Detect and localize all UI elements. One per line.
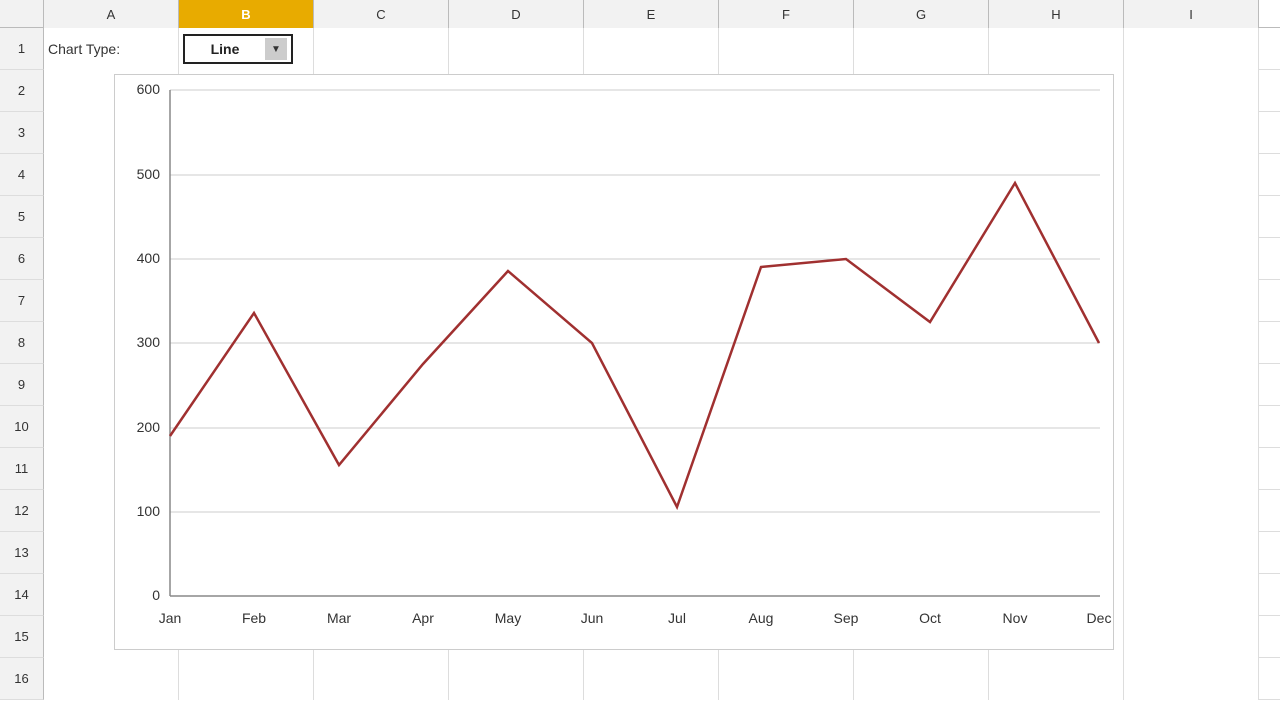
y-label-600: 600 [137,81,161,97]
row-header-15[interactable]: 15 [0,616,44,658]
col-header-b[interactable]: B [179,0,314,28]
cell-b16[interactable] [179,658,314,700]
y-label-200: 200 [137,419,161,435]
cell-a16[interactable] [44,658,179,700]
col-header-a[interactable]: A [44,0,179,28]
line-chart: 0 100 200 300 400 500 600 Jan Feb Mar Ap… [115,75,1115,651]
row-header-13[interactable]: 13 [0,532,44,574]
dropdown-value: Line [189,41,261,57]
row-header-12[interactable]: 12 [0,490,44,532]
row-header-11[interactable]: 11 [0,448,44,490]
x-label-aug: Aug [749,610,774,626]
cell-f1[interactable] [719,28,854,70]
cell-c16[interactable] [314,658,449,700]
x-label-dec: Dec [1087,610,1112,626]
x-label-mar: Mar [327,610,351,626]
x-label-jan: Jan [159,610,182,626]
cell-g1[interactable] [854,28,989,70]
col-header-g[interactable]: G [854,0,989,28]
row-header-9[interactable]: 9 [0,364,44,406]
cell-h1[interactable] [989,28,1124,70]
cell-b1[interactable]: Line ▼ [179,28,314,70]
cell-e16[interactable] [584,658,719,700]
grid-content: Chart Type: Line ▼ [44,28,1280,720]
cell-i16[interactable] [1124,658,1259,700]
cell-h16[interactable] [989,658,1124,700]
row-16 [44,658,1280,700]
row-headers: 1 2 3 4 5 6 7 8 9 10 11 12 13 14 15 16 [0,28,44,720]
x-label-jul: Jul [668,610,686,626]
cell-c1[interactable] [314,28,449,70]
col-header-f[interactable]: F [719,0,854,28]
row-header-5[interactable]: 5 [0,196,44,238]
cell-i1[interactable] [1124,28,1259,70]
chart-area: 0 100 200 300 400 500 600 Jan Feb Mar Ap… [114,74,1114,650]
grid-body: 1 2 3 4 5 6 7 8 9 10 11 12 13 14 15 16 C… [0,28,1280,720]
x-label-nov: Nov [1003,610,1028,626]
chart-type-label: Chart Type: [48,41,120,57]
dropdown-arrow-icon[interactable]: ▼ [265,38,287,60]
col-header-e[interactable]: E [584,0,719,28]
cell-a1[interactable]: Chart Type: [44,28,179,70]
x-label-apr: Apr [412,610,434,626]
x-label-oct: Oct [919,610,941,626]
chart-type-dropdown[interactable]: Line ▼ [183,34,293,64]
cell-e1[interactable] [584,28,719,70]
cell-g16[interactable] [854,658,989,700]
row-1: Chart Type: Line ▼ [44,28,1280,70]
col-header-h[interactable]: H [989,0,1124,28]
row-header-10[interactable]: 10 [0,406,44,448]
col-header-i[interactable]: I [1124,0,1259,28]
y-label-500: 500 [137,166,161,182]
row-header-14[interactable]: 14 [0,574,44,616]
y-label-400: 400 [137,250,161,266]
x-label-feb: Feb [242,610,266,626]
row-header-4[interactable]: 4 [0,154,44,196]
row-header-7[interactable]: 7 [0,280,44,322]
row-header-3[interactable]: 3 [0,112,44,154]
y-label-100: 100 [137,503,161,519]
chart-region: 0 100 200 300 400 500 600 Jan Feb Mar Ap… [44,70,1280,658]
column-headers: A B C D E F G H I [0,0,1280,28]
col-header-d[interactable]: D [449,0,584,28]
corner-cell [0,0,44,28]
spreadsheet: A B C D E F G H I 1 2 3 4 5 6 7 8 9 10 1… [0,0,1280,720]
row-header-2[interactable]: 2 [0,70,44,112]
row-header-1[interactable]: 1 [0,28,44,70]
row-header-16[interactable]: 16 [0,658,44,700]
col-header-c[interactable]: C [314,0,449,28]
cell-d16[interactable] [449,658,584,700]
row-header-8[interactable]: 8 [0,322,44,364]
cell-f16[interactable] [719,658,854,700]
cell-d1[interactable] [449,28,584,70]
x-label-may: May [495,610,521,626]
x-label-jun: Jun [581,610,604,626]
y-label-300: 300 [137,334,161,350]
data-polyline [170,183,1099,507]
x-label-sep: Sep [834,610,859,626]
y-label-0: 0 [152,587,160,603]
row-header-6[interactable]: 6 [0,238,44,280]
